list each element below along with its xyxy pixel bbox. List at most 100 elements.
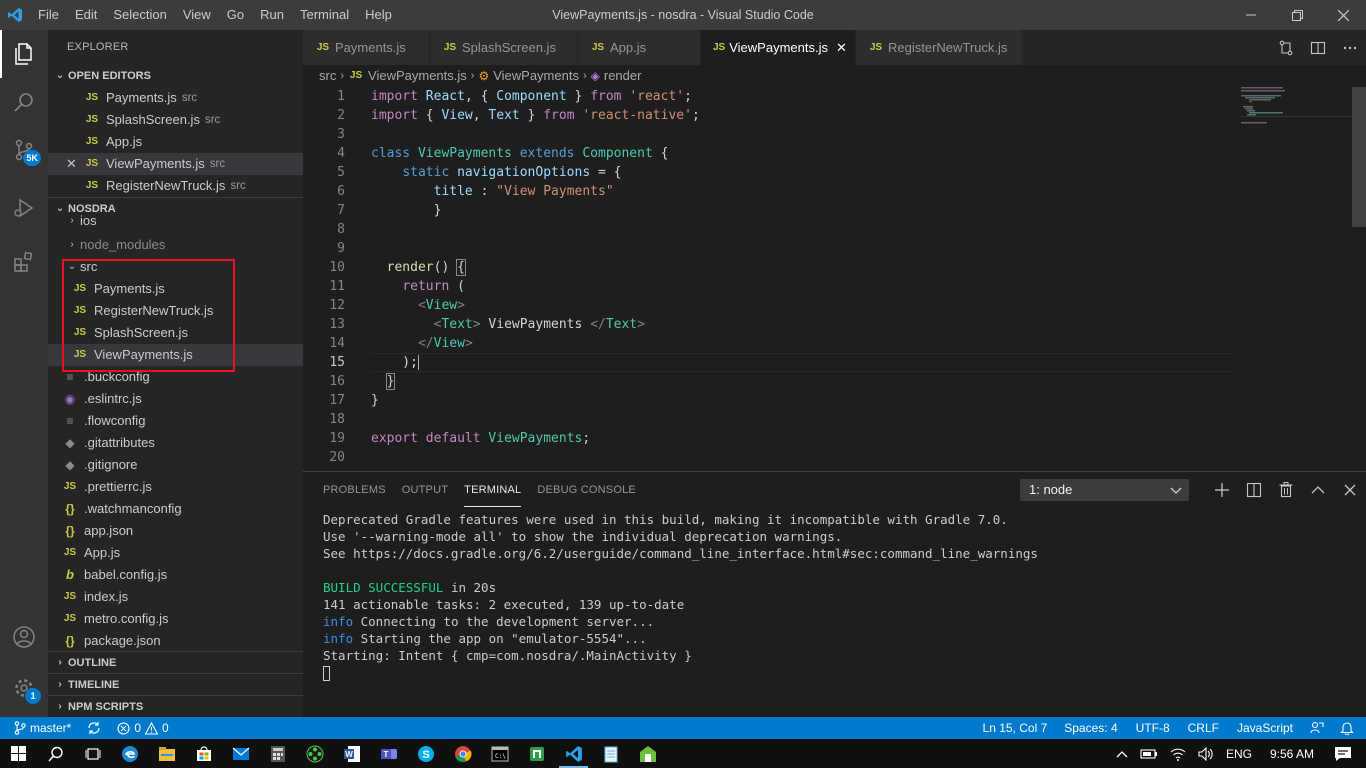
more-actions-icon[interactable] [1334,30,1366,65]
settings-gear-icon[interactable]: 1 [0,664,48,712]
editor-scrollbar[interactable] [1352,87,1366,471]
taskbar-search-icon[interactable] [37,739,74,768]
file-item[interactable]: ◆ .gitignore [48,454,303,476]
edge-browser-icon[interactable] [111,739,148,768]
close-icon[interactable]: ✕ [66,153,84,175]
close-panel-icon[interactable] [1334,472,1366,507]
notepad-icon[interactable] [592,739,629,768]
file-item[interactable]: ≡ .buckconfig [48,366,303,388]
file-item[interactable]: b babel.config.js [48,564,303,586]
tab-debug-console[interactable]: DEBUG CONSOLE [537,472,636,507]
action-center-icon[interactable] [1326,739,1366,768]
file-item[interactable]: JS RegisterNewTruck.js [48,300,303,322]
chrome-icon[interactable] [444,739,481,768]
sync-icon[interactable] [79,717,109,739]
cursor-position[interactable]: Ln 15, Col 7 [975,717,1056,739]
language-mode[interactable]: JavaScript [1228,717,1302,739]
menu-terminal[interactable]: Terminal [292,0,357,30]
chevron-up-icon[interactable] [1110,739,1134,768]
run-debug-icon[interactable] [0,184,48,232]
mail-icon[interactable] [222,739,259,768]
minimize-button[interactable] [1228,0,1274,30]
terminal-select[interactable]: 1: node [1020,479,1189,501]
vscode-taskbar-icon[interactable] [555,739,592,768]
minimap[interactable] [1241,87,1351,471]
tab-app[interactable]: JS App.js [578,30,701,65]
feedback-icon[interactable] [1302,717,1332,739]
open-editor-item[interactable]: JS SplashScreen.js src [48,109,303,131]
end-of-line[interactable]: CRLF [1179,717,1228,739]
file-item[interactable]: ◉ .eslintrc.js [48,388,303,410]
chevron-up-icon[interactable] [1302,472,1334,507]
npm-scripts-section[interactable]: › NPM SCRIPTS [48,695,303,717]
task-view-icon[interactable] [74,739,111,768]
tab-terminal[interactable]: TERMINAL [464,472,522,507]
breadcrumb-folder[interactable]: src [319,65,336,87]
notifications-bell-icon[interactable] [1332,717,1366,739]
indentation[interactable]: Spaces: 4 [1055,717,1126,739]
tab-viewpayments[interactable]: JS ViewPayments.js ✕ [701,30,856,65]
breadcrumb-file[interactable]: ViewPayments.js [368,65,467,87]
menu-view[interactable]: View [175,0,219,30]
tab-splashscreen[interactable]: JS SplashScreen.js [430,30,578,65]
trash-icon[interactable] [1270,472,1302,507]
tab-registernewtruck[interactable]: JS RegisterNewTruck.js [856,30,1022,65]
spotify-like-green-app-icon[interactable] [296,739,333,768]
open-editors-section[interactable]: ⌄ OPEN EDITORS [48,65,303,87]
extensions-icon[interactable] [0,238,48,286]
menu-selection[interactable]: Selection [105,0,174,30]
wifi-icon[interactable] [1164,739,1192,768]
tab-problems[interactable]: PROBLEMS [323,472,386,507]
tab-payments[interactable]: JS Payments.js [303,30,430,65]
clock[interactable]: 9:56 AM [1258,739,1326,768]
file-item[interactable]: {} package.json [48,630,303,652]
menu-edit[interactable]: Edit [67,0,105,30]
file-item[interactable]: {} .watchmanconfig [48,498,303,520]
open-editor-item-active[interactable]: ✕ JS ViewPayments.js src [48,153,303,175]
source-control-icon[interactable]: 5K [0,126,48,174]
green-house-app-icon[interactable] [629,739,666,768]
terminal-output[interactable]: Deprecated Gradle features were used in … [323,511,1038,681]
explorer-icon[interactable] [0,30,48,78]
windows-start-icon[interactable] [0,739,37,768]
menu-go[interactable]: Go [219,0,252,30]
volume-icon[interactable] [1192,739,1220,768]
split-editor-icon[interactable] [1302,30,1334,65]
calculator-icon[interactable] [259,739,296,768]
problems-status[interactable]: 0 0 [109,717,176,739]
file-item[interactable]: ◆ .gitattributes [48,432,303,454]
file-explorer-icon[interactable] [148,739,185,768]
file-item[interactable]: JS SplashScreen.js [48,322,303,344]
store-icon[interactable] [185,739,222,768]
file-item-active[interactable]: JS ViewPayments.js [48,344,303,366]
input-language[interactable]: ENG [1220,739,1258,768]
branch-status[interactable]: master* [0,717,79,739]
folder-item[interactable]: › node_modules [48,234,303,256]
code-editor[interactable]: 1 2 3 4 5 6 7 8 9 10 11 12 13 14 15 16 1… [303,87,1366,471]
file-item[interactable]: ≡ .flowconfig [48,410,303,432]
open-editor-item[interactable]: JS RegisterNewTruck.js src [48,175,303,197]
scrollbar-thumb[interactable] [1352,87,1366,227]
tab-output[interactable]: OUTPUT [402,472,448,507]
breadcrumb-method[interactable]: render [604,65,642,87]
file-item[interactable]: JS Payments.js [48,278,303,300]
search-icon[interactable] [0,78,48,126]
menu-help[interactable]: Help [357,0,400,30]
menu-file[interactable]: File [30,0,67,30]
encoding[interactable]: UTF-8 [1127,717,1179,739]
file-item[interactable]: {} app.json [48,520,303,542]
skype-icon[interactable]: S [407,739,444,768]
file-item[interactable]: JS .prettierrc.js [48,476,303,498]
outline-section[interactable]: › OUTLINE [48,651,303,673]
battery-icon[interactable] [1134,739,1164,768]
open-editor-item[interactable]: JS App.js [48,131,303,153]
open-changes-icon[interactable] [1270,30,1302,65]
file-item[interactable]: JS index.js [48,586,303,608]
new-terminal-icon[interactable] [1206,472,1238,507]
folder-item[interactable]: › ios [48,213,96,229]
android-studio-like-icon[interactable] [518,739,555,768]
breadcrumb-class[interactable]: ViewPayments [493,65,579,87]
close-icon[interactable]: ✕ [836,40,847,56]
timeline-section[interactable]: › TIMELINE [48,673,303,695]
word-icon[interactable]: W [333,739,370,768]
